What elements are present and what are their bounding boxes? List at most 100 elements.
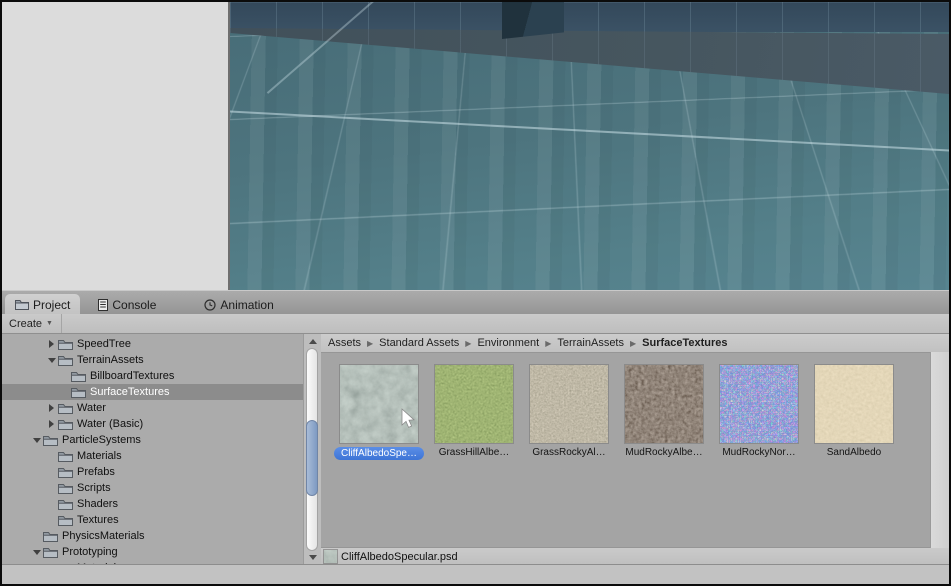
arrow-up-icon [309,339,317,344]
selected-asset-icon [324,550,337,563]
tab-label: Animation [220,298,273,312]
asset-grass-rocky[interactable]: GrassRockyAl… [530,365,608,458]
asset-thumbnail-cliff [340,365,418,443]
tree-item-billboardtextures[interactable]: BillboardTextures [2,368,303,384]
asset-sand[interactable]: SandAlbedo [815,365,893,458]
arrow-down-icon [309,555,317,560]
tree-item-terrainassets[interactable]: TerrainAssets [2,352,303,368]
folder-icon [43,531,58,542]
tree-item-textures[interactable]: Textures [2,512,303,528]
tree-item-materials[interactable]: Materials [2,448,303,464]
tab-console[interactable]: Console [88,294,166,315]
tree-item-shaders[interactable]: Shaders [2,496,303,512]
tree-item-label: Scripts [77,482,111,494]
asset-label: GrassHillAlbe… [439,447,510,458]
scene-view[interactable] [230,2,949,290]
asset-thumbnail-sand [815,365,893,443]
tree-item-label: Water (Basic) [77,418,143,430]
tab-label: Console [112,298,156,312]
tree-item-surfacetextures[interactable]: SurfaceTextures [2,384,303,400]
tree-item-label: Materials [77,450,122,462]
project-toolbar: Create ▼ [2,314,949,334]
expand-arrow-icon[interactable] [49,404,54,412]
folder-icon [58,339,73,350]
folder-icon [58,451,73,462]
asset-thumbnail-mud-rocky [625,365,703,443]
tree-item-label: TerrainAssets [77,354,144,366]
tree-item-speedtree[interactable]: SpeedTree [2,336,303,352]
tree-item-label: Water [77,402,106,414]
scrollbar-thumb[interactable] [306,420,318,496]
folder-icon [58,403,73,414]
breadcrumb-separator-icon: ▶ [465,339,471,348]
tree-item-label: Textures [77,514,119,526]
expand-arrow-icon[interactable] [49,340,54,348]
tree-item-scripts[interactable]: Scripts [2,480,303,496]
collapse-arrow-icon[interactable] [33,550,41,555]
asset-panel-scrollbar[interactable] [930,352,949,548]
left-empty-panel [2,2,230,290]
asset-label: MudRockyAlbe… [625,447,702,458]
selected-asset-bar: CliffAlbedoSpecular.psd [321,547,949,565]
tree-scrollbar[interactable] [303,334,321,565]
tree-item-water[interactable]: Water [2,400,303,416]
tree-item-label: Prototyping [62,546,118,558]
breadcrumb-item-surfacetextures[interactable]: SurfaceTextures [642,337,727,349]
tree-item-label: PhysicsMaterials [62,530,145,542]
breadcrumb-item-standard-assets[interactable]: Standard Assets [379,337,459,349]
asset-label: CliffAlbedoSpe… [334,447,424,460]
breadcrumb-item-assets[interactable]: Assets [328,337,361,349]
tree-item-label: ParticleSystems [62,434,141,446]
tab-project[interactable]: Project [5,294,80,315]
folder-tree: SpeedTree TerrainAssets BillboardTextures S… [2,334,303,565]
breadcrumb: Assets ▶ Standard Assets ▶ Environment ▶ Terra… [321,334,949,353]
folder-icon [58,355,73,366]
tree-item-prototyping[interactable]: Prototyping [2,544,303,560]
asset-label: GrassRockyAl… [532,447,605,458]
collapse-arrow-icon[interactable] [33,438,41,443]
asset-thumbnail-grass-hill [435,365,513,443]
collapse-arrow-icon[interactable] [48,358,56,363]
asset-normal-map[interactable]: MudRockyNor… [720,365,798,458]
folder-icon [58,483,73,494]
selected-asset-filename: CliffAlbedoSpecular.psd [341,551,458,563]
folder-icon [58,499,73,510]
tree-item-label: Prefabs [77,466,115,478]
editor-status-bar [2,564,949,584]
breadcrumb-item-terrainassets[interactable]: TerrainAssets [557,337,624,349]
asset-thumbnail-grass-rocky [530,365,608,443]
folder-tab-icon [15,299,29,310]
folder-icon [58,515,73,526]
tree-item-particlesystems[interactable]: ParticleSystems [2,432,303,448]
breadcrumb-separator-icon: ▶ [545,339,551,348]
console-icon [98,299,108,311]
breadcrumb-item-environment[interactable]: Environment [477,337,539,349]
tab-bar: Project Console Animation [2,290,949,315]
tree-item-label: SurfaceTextures [90,386,169,398]
tree-item-label: BillboardTextures [90,370,174,382]
tree-item-prefabs[interactable]: Prefabs [2,464,303,480]
tree-item-physicsmaterials[interactable]: PhysicsMaterials [2,528,303,544]
tree-item-water-basic-[interactable]: Water (Basic) [2,416,303,432]
terrain-platform-top [230,2,949,32]
unity-editor-window: Project Console Animation Create ▼ SpeedTr… [0,0,951,586]
tab-label: Project [33,298,70,312]
asset-mud-rocky[interactable]: MudRockyAlbe… [625,365,703,458]
tree-item-label: Shaders [77,498,118,510]
breadcrumb-separator-icon: ▶ [367,339,373,348]
clock-icon [204,299,216,311]
folder-icon [71,371,86,382]
tab-animation[interactable]: Animation [194,294,283,315]
project-browser: SpeedTree TerrainAssets BillboardTextures S… [2,334,949,565]
create-button[interactable]: Create ▼ [2,314,62,333]
asset-grid: CliffAlbedoSpe… GrassHillAlbe… GrassRockyA… [321,353,949,547]
asset-grass-hill[interactable]: GrassHillAlbe… [435,365,513,458]
asset-thumbnail-normal-map [720,365,798,443]
folder-icon [43,435,58,446]
top-section [2,2,949,290]
scrollbar-down-button[interactable] [304,551,321,564]
expand-arrow-icon[interactable] [49,420,54,428]
folder-icon [58,467,73,478]
asset-cliff[interactable]: CliffAlbedoSpe… [340,365,418,460]
scrollbar-up-button[interactable] [304,335,321,348]
